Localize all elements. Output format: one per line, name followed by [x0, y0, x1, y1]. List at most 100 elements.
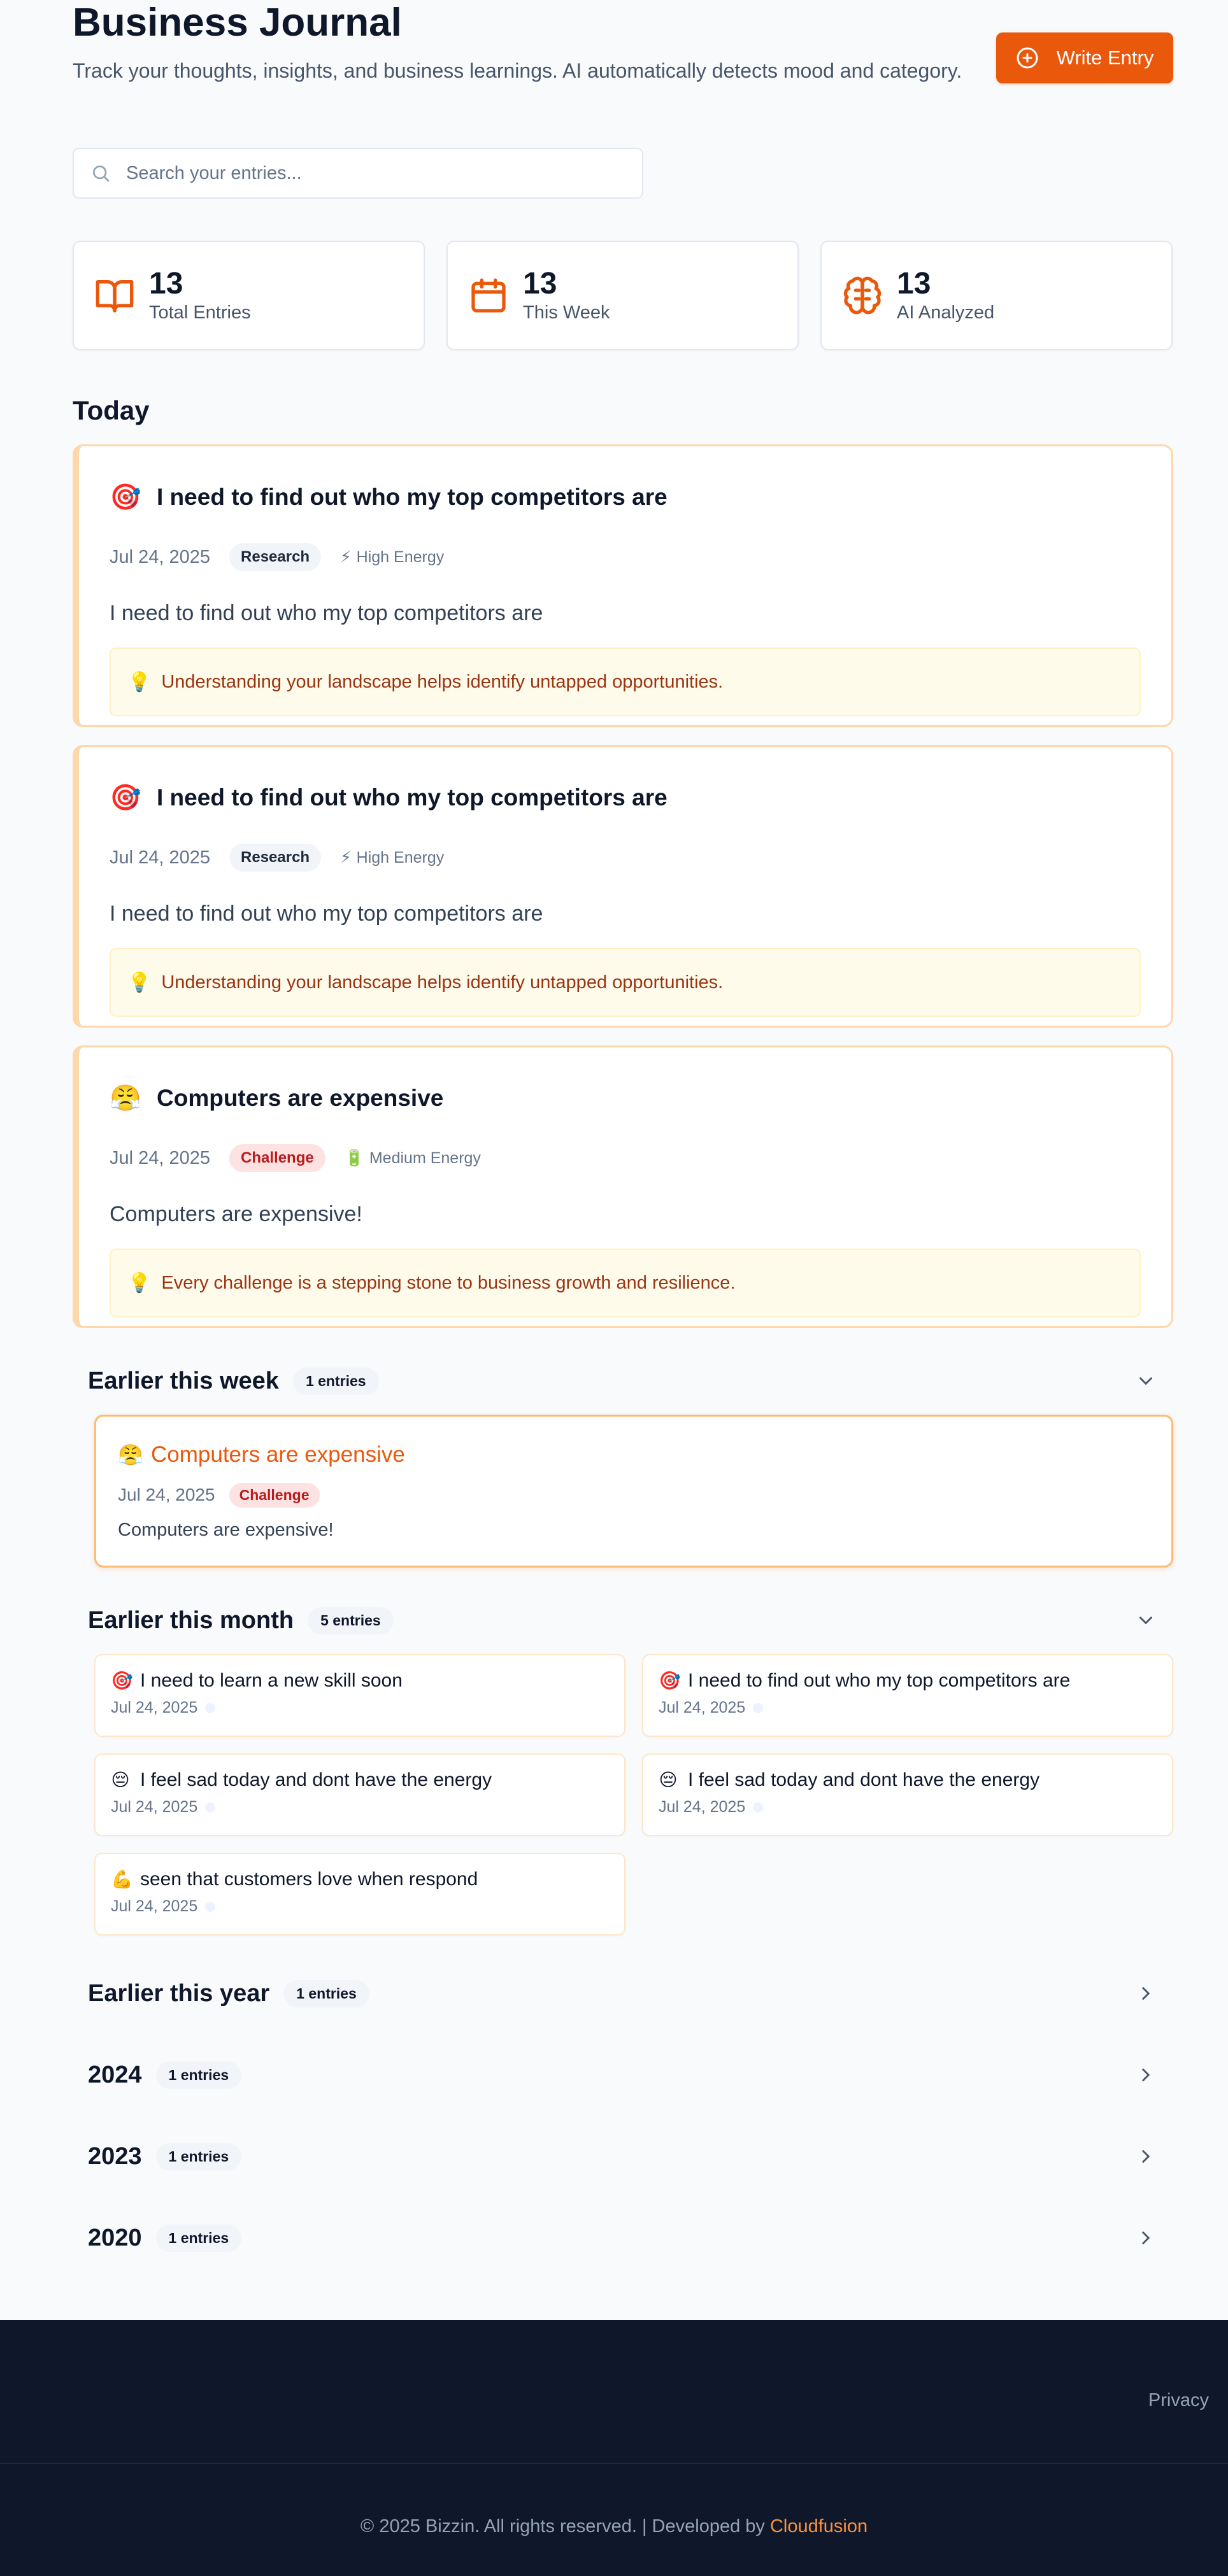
group-title: 2020 — [88, 2224, 142, 2251]
chevron-right-icon — [1142, 2232, 1150, 2244]
status-dot — [205, 1802, 216, 1813]
group-title: Earlier this month — [88, 1606, 294, 1634]
entry-title: I need to find out who my top competitor… — [688, 1670, 1071, 1691]
entry-count-badge: 5 entries — [308, 1606, 394, 1634]
lightbulb-icon: 💡 — [127, 972, 152, 993]
category-badge: Challenge — [229, 1144, 325, 1172]
journal-entry-card[interactable]: 😤 Computers are expensive Jul 24, 2025 C… — [94, 1415, 1173, 1568]
group-2020-toggle[interactable]: 2020 1 entries — [73, 2216, 1173, 2260]
stat-value: 13 — [523, 267, 557, 301]
ai-insight: 💡 Understanding your landscape helps ide… — [110, 948, 1141, 1017]
entry-date: Jul 24, 2025 — [659, 1798, 746, 1816]
battery-icon: 🔋 — [344, 1149, 364, 1167]
entry-count-badge: 1 entries — [292, 1367, 379, 1395]
developer-link[interactable]: Cloudfusion — [770, 2516, 867, 2537]
entry-title: I feel sad today and dont have the energ… — [688, 1769, 1040, 1790]
ai-insight: 💡 Understanding your landscape helps ide… — [110, 648, 1141, 716]
stat-value: 13 — [149, 267, 183, 301]
frustrated-face-icon: 😤 — [110, 1084, 141, 1112]
category-badge: Research — [229, 844, 322, 872]
entry-date: Jul 24, 2025 — [659, 1699, 746, 1716]
chevron-right-icon — [1142, 2150, 1150, 2163]
search-input[interactable] — [126, 162, 623, 184]
target-icon: 🎯 — [111, 1671, 133, 1690]
target-icon: 🎯 — [659, 1671, 681, 1690]
copyright-text: © 2025 Bizzin. All rights reserved. | De… — [0, 2516, 1228, 2537]
entry-body: I need to find out who my top competitor… — [110, 902, 543, 926]
entry-mini-card[interactable]: 😔 I feel sad today and dont have the ener… — [94, 1753, 625, 1836]
entry-mini-card[interactable]: 😔 I feel sad today and dont have the ener… — [642, 1753, 1173, 1836]
energy-label: High Energy — [356, 848, 445, 867]
entry-title: I need to find out who my top competitor… — [157, 484, 668, 510]
group-earlier-week-toggle[interactable]: Earlier this week 1 entries — [73, 1359, 1173, 1403]
plus-circle-icon — [1017, 47, 1038, 69]
journal-entry-card[interactable]: 🎯 I need to find out who my top competit… — [73, 444, 1173, 727]
energy-level: 🔋 Medium Energy — [345, 1149, 481, 1168]
page-subtitle: Track your thoughts, insights, and busin… — [73, 59, 962, 82]
insight-text: Understanding your landscape helps ident… — [161, 671, 724, 692]
entry-body: I need to find out who my top competitor… — [110, 601, 543, 625]
lightning-icon: ⚡ — [340, 548, 352, 566]
chevron-right-icon — [1142, 1987, 1150, 2000]
stats-row: 13 Total Entries 13 This Week 13 AI Anal… — [73, 241, 1173, 350]
book-open-icon — [96, 280, 134, 313]
entry-date: Jul 24, 2025 — [111, 1897, 198, 1915]
entry-mini-card[interactable]: 🎯 I need to find out who my top competito… — [642, 1654, 1173, 1737]
group-title: 2024 — [88, 2061, 142, 2088]
group-earlier-month-toggle[interactable]: Earlier this month 5 entries — [73, 1598, 1173, 1643]
status-dot — [753, 1702, 764, 1713]
write-entry-label: Write Entry — [1056, 46, 1154, 69]
energy-level: ⚡ High Energy — [340, 548, 444, 567]
entry-count-badge: 1 entries — [155, 2061, 242, 2089]
chevron-down-icon — [1139, 1617, 1152, 1625]
entry-title: I need to find out who my top competitor… — [157, 784, 668, 810]
today-entries: 🎯 I need to find out who my top competit… — [73, 444, 1173, 1328]
entry-title: seen that customers love when respond — [140, 1869, 478, 1890]
today-heading: Today — [73, 395, 150, 425]
entry-count-badge: 1 entries — [155, 2224, 242, 2252]
entry-body: Computers are expensive! — [110, 1202, 362, 1226]
stat-label: Total Entries — [149, 302, 251, 323]
group-2024-toggle[interactable]: 2024 1 entries — [73, 2053, 1173, 2097]
entry-title: I need to learn a new skill soon — [140, 1670, 403, 1691]
group-2023-toggle[interactable]: 2023 1 entries — [73, 2134, 1173, 2179]
flexed-biceps-icon: 💪 — [111, 1869, 133, 1889]
entry-date: Jul 24, 2025 — [111, 1699, 198, 1716]
search-box[interactable] — [73, 148, 643, 199]
stat-total-entries: 13 Total Entries — [73, 241, 425, 350]
group-earlier-year-toggle[interactable]: Earlier this year 1 entries — [73, 1971, 1173, 2016]
entry-title: Computers are expensive — [157, 1085, 444, 1111]
journal-entry-card[interactable]: 😤 Computers are expensive Jul 24, 2025 C… — [73, 1045, 1173, 1328]
entry-date: Jul 24, 2025 — [111, 1798, 198, 1816]
stat-label: AI Analyzed — [897, 302, 995, 323]
stat-value: 13 — [897, 267, 931, 301]
entry-mini-card[interactable]: 🎯 I need to learn a new skill soon Jul 24… — [94, 1654, 625, 1737]
write-entry-button[interactable]: Write Entry — [996, 32, 1173, 83]
privacy-link[interactable]: Privacy — [1148, 2390, 1209, 2411]
entry-date: Jul 24, 2025 — [110, 847, 211, 868]
search-icon — [93, 166, 110, 182]
ai-insight: 💡 Every challenge is a stepping stone to… — [110, 1249, 1141, 1317]
category-badge: Challenge — [229, 1482, 320, 1508]
entry-count-badge: 1 entries — [283, 1979, 369, 2007]
stat-label: This Week — [523, 302, 610, 323]
group-title: Earlier this week — [88, 1367, 279, 1394]
entry-body: Computers are expensive! — [118, 1520, 334, 1540]
insight-text: Every challenge is a stepping stone to b… — [161, 1272, 736, 1293]
copyright-label: © 2025 Bizzin. All rights reserved. | De… — [360, 2516, 770, 2537]
site-footer: Privacy © 2025 Bizzin. All rights reserv… — [0, 2320, 1228, 2576]
page-header: Business Journal Track your thoughts, in… — [73, 0, 1173, 126]
target-icon: 🎯 — [110, 483, 141, 511]
status-dot — [753, 1802, 764, 1813]
group-title: 2023 — [88, 2142, 142, 2170]
brain-icon — [843, 276, 882, 315]
calendar-icon — [471, 278, 506, 313]
status-dot — [205, 1901, 216, 1912]
energy-label: High Energy — [356, 548, 445, 566]
lightning-icon: ⚡ — [340, 849, 352, 867]
category-badge: Research — [229, 543, 322, 571]
journal-entry-card[interactable]: 🎯 I need to find out who my top competit… — [73, 745, 1173, 1028]
entry-title: I feel sad today and dont have the energ… — [140, 1769, 492, 1790]
insight-text: Understanding your landscape helps ident… — [161, 972, 724, 993]
entry-mini-card[interactable]: 💪 seen that customers love when respond J… — [94, 1853, 625, 1936]
